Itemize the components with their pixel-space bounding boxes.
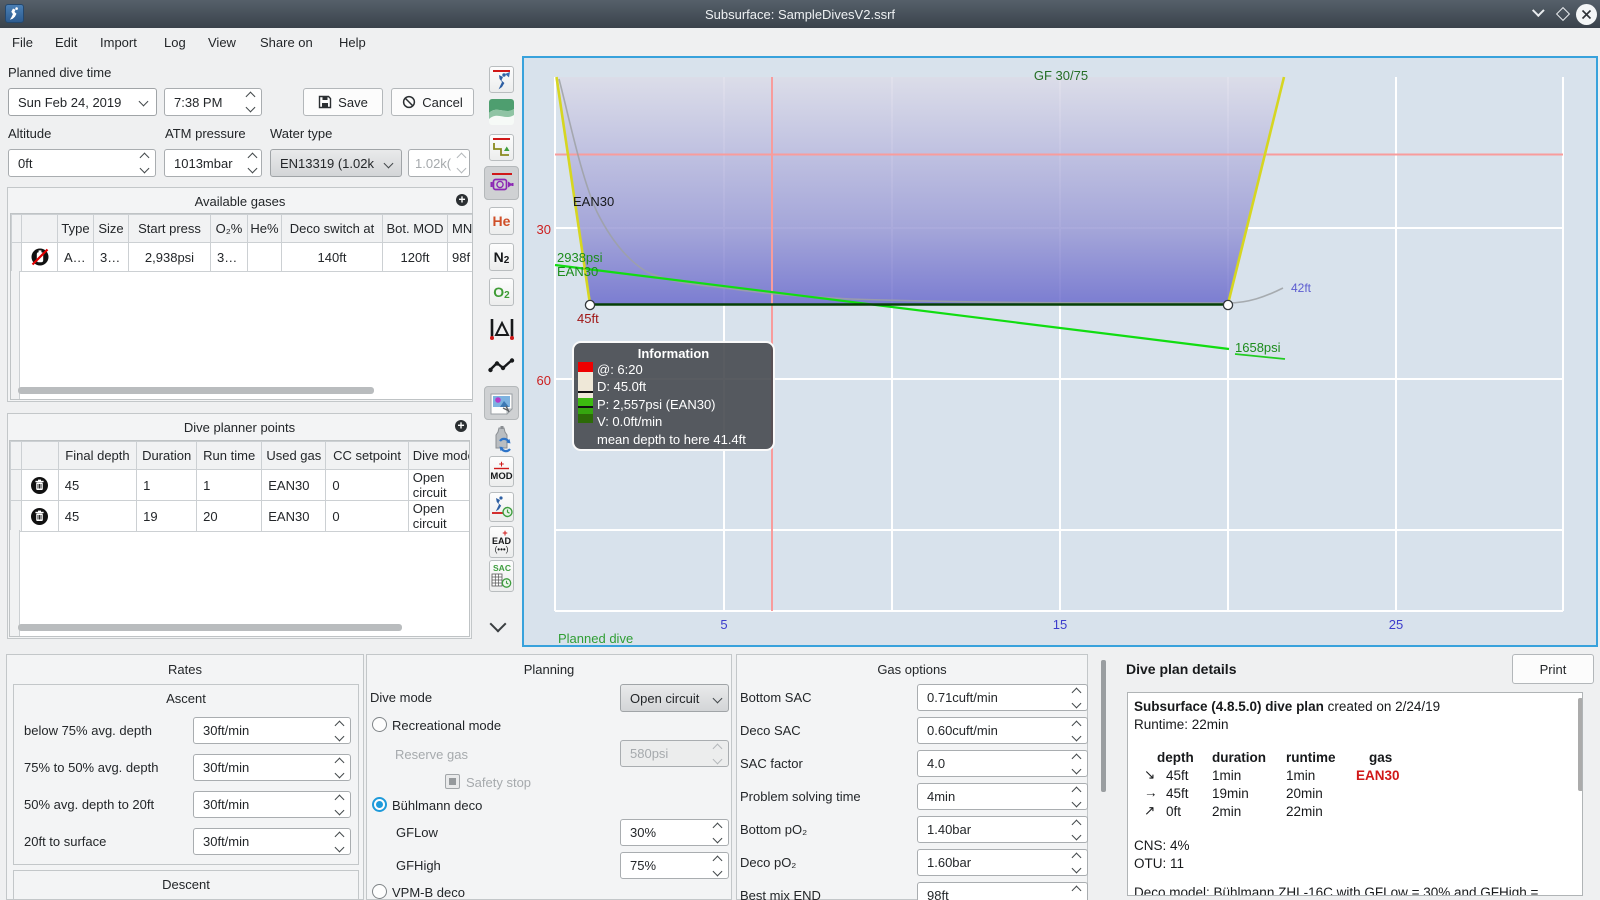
svg-text:1658psi: 1658psi bbox=[1235, 340, 1281, 355]
svg-text:5: 5 bbox=[720, 617, 727, 632]
svg-text:25: 25 bbox=[1389, 617, 1403, 632]
svg-text:MOD: MOD bbox=[490, 471, 512, 482]
svg-text:EAN30: EAN30 bbox=[573, 194, 614, 209]
svg-text:42ft: 42ft bbox=[1291, 281, 1312, 295]
svg-text:GF 30/75: GF 30/75 bbox=[1034, 68, 1088, 83]
svg-text:SAC: SAC bbox=[493, 563, 511, 573]
svg-text:Planned dive: Planned dive bbox=[558, 631, 633, 646]
svg-text:+: + bbox=[499, 459, 504, 469]
svg-text:15: 15 bbox=[1053, 617, 1067, 632]
svg-text:45ft: 45ft bbox=[577, 311, 599, 326]
svg-text:EAN30: EAN30 bbox=[557, 264, 598, 279]
svg-text:30: 30 bbox=[537, 222, 551, 237]
svg-text:2938psi: 2938psi bbox=[557, 250, 603, 265]
svg-text:(•••): (•••) bbox=[495, 545, 509, 554]
svg-text:60: 60 bbox=[537, 373, 551, 388]
